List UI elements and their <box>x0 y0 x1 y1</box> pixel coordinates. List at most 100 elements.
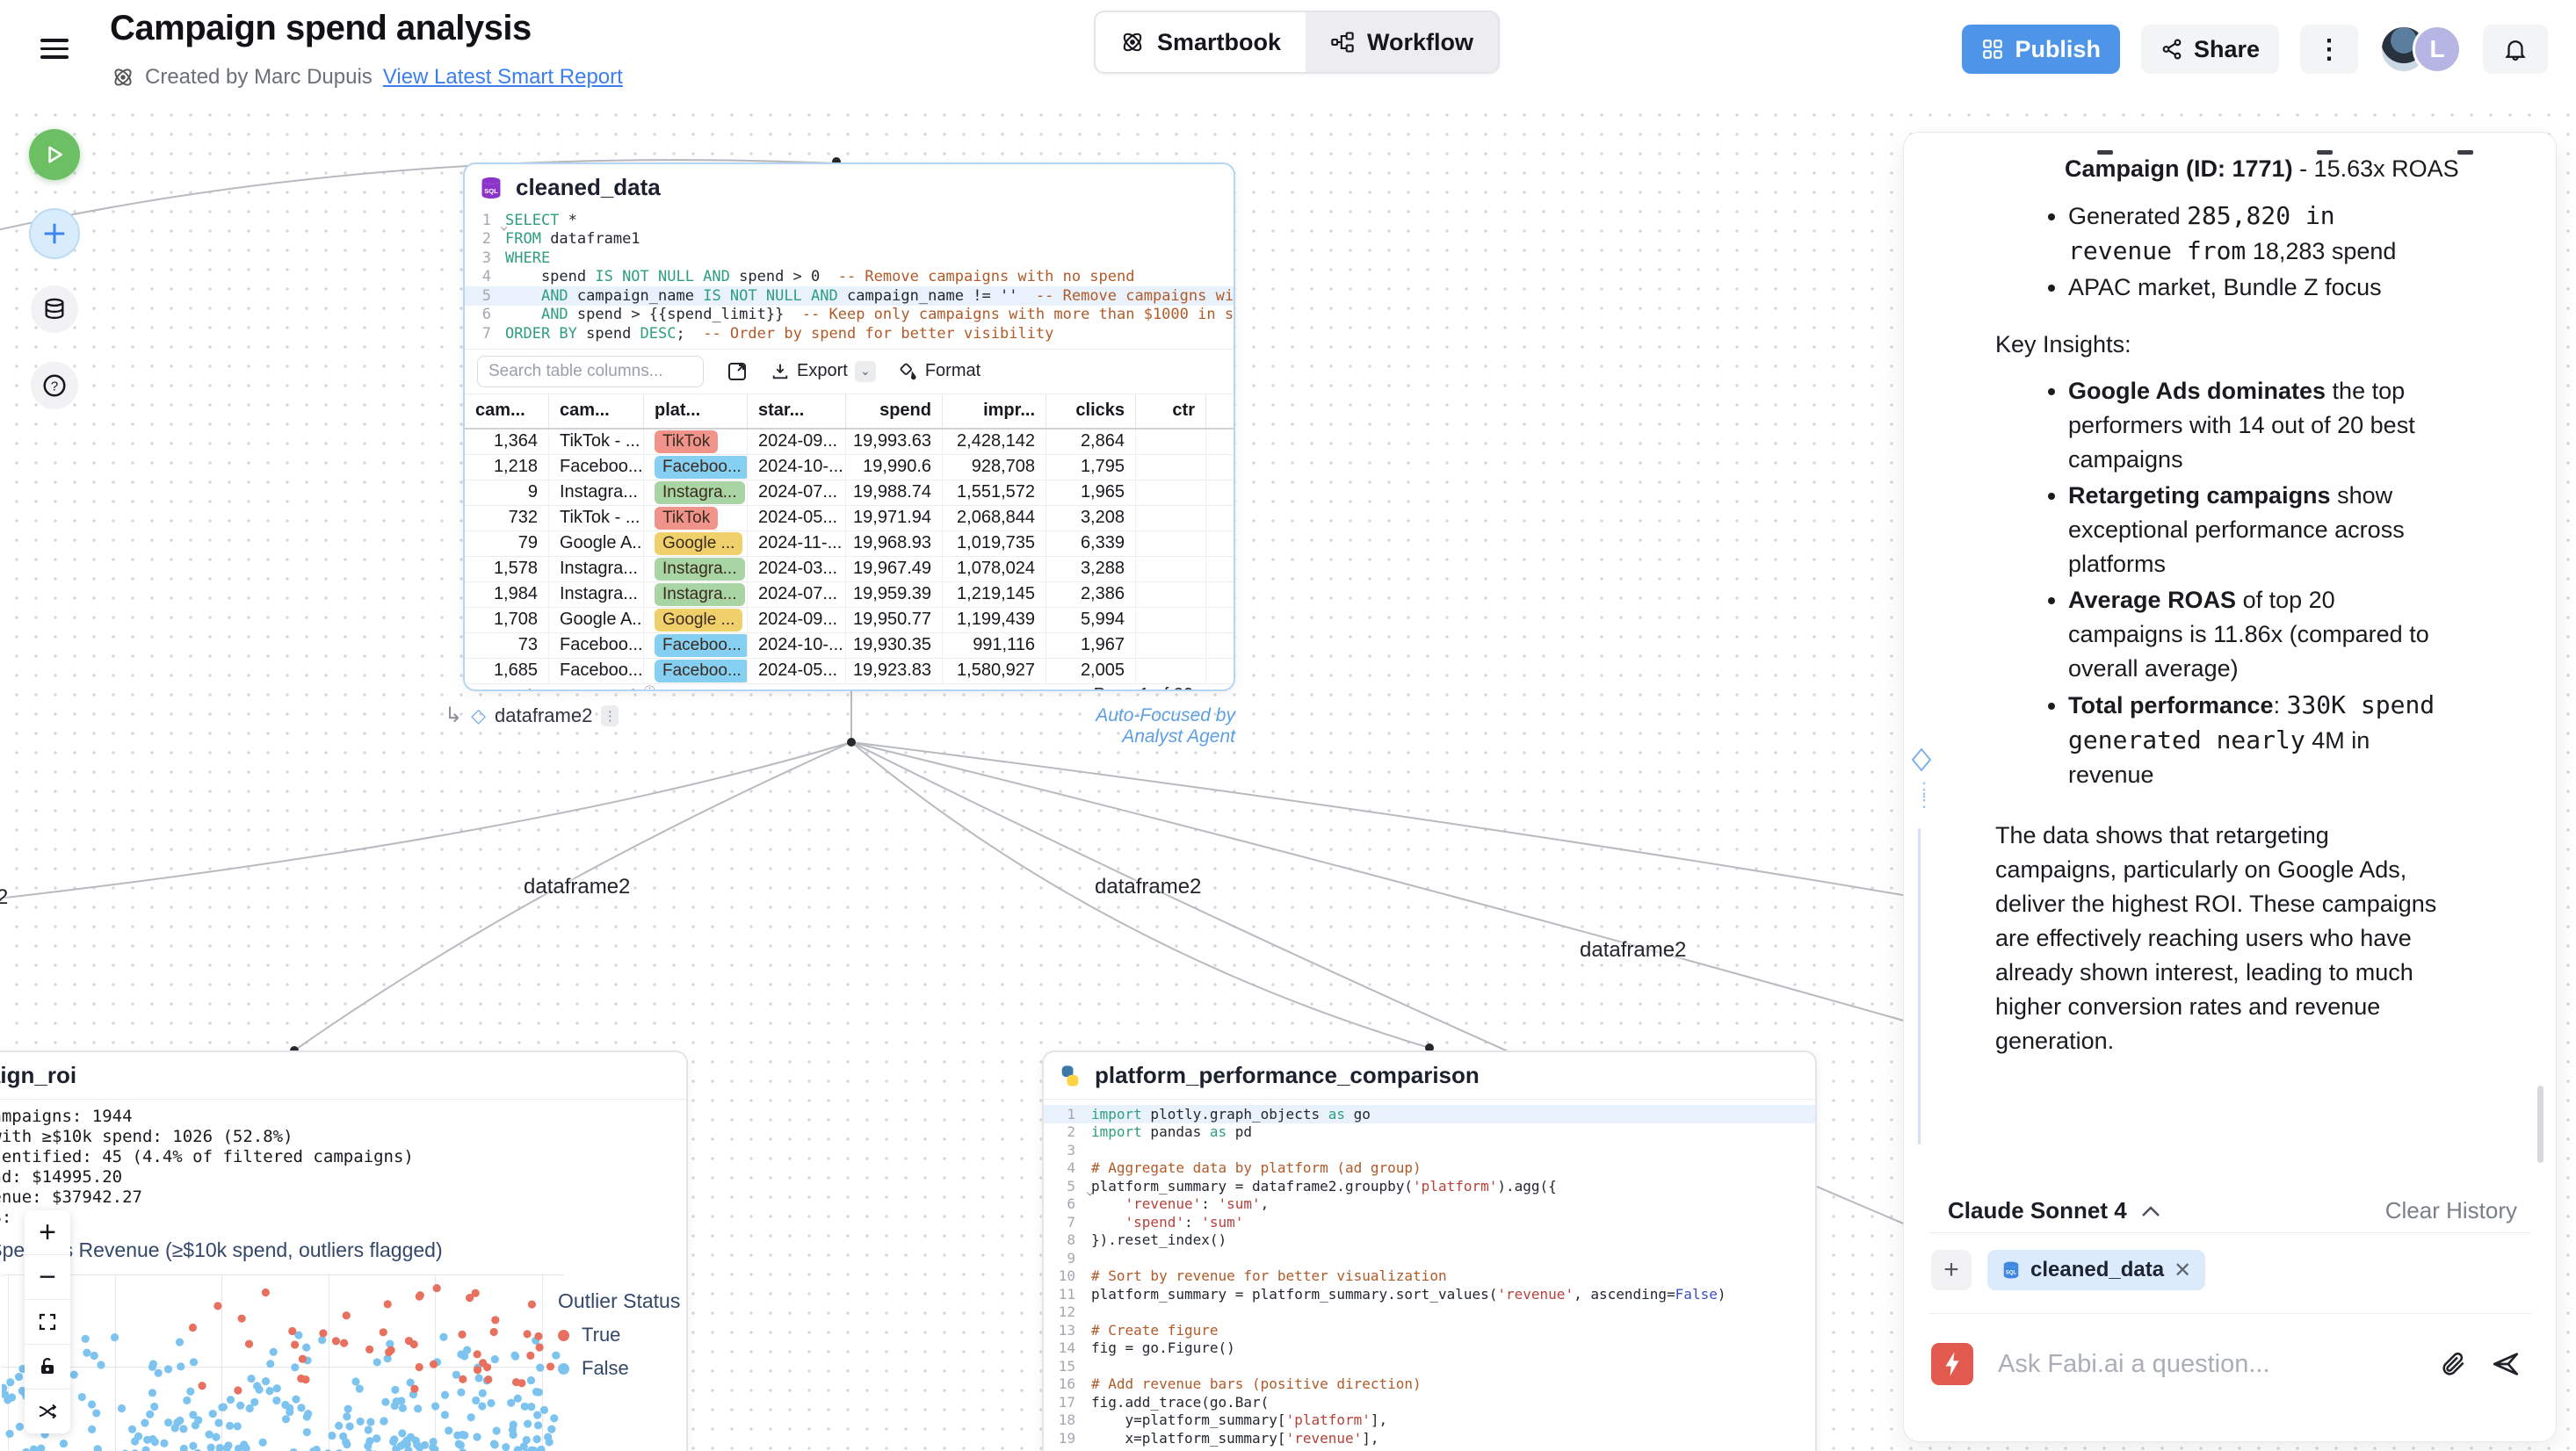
table-row[interactable]: 1,708Google A...Google ...2024-09...19,9… <box>465 608 1234 633</box>
table-row[interactable]: 73Faceboo...Faceboo...2024-10-...19,930.… <box>465 633 1234 659</box>
table-cell: 2024-11-... <box>748 531 846 556</box>
panel-scrollbar[interactable] <box>2537 1086 2543 1163</box>
campaign-heading: Campaign (ID: 1771) - 15.63x ROAS <box>2065 152 2464 186</box>
table-row[interactable]: 1,364TikTok - ...TikTok2024-09...19,993.… <box>465 430 1234 455</box>
notifications-button[interactable] <box>2483 25 2548 74</box>
table-row[interactable]: 1,218Faceboo...Faceboo...2024-10-...19,9… <box>465 455 1234 480</box>
next-page-button[interactable]: › <box>1212 683 1219 692</box>
clear-history-button[interactable]: Clear History <box>2385 1197 2517 1224</box>
code-line: 7ORDER BY spend DESC; -- Order by spend … <box>465 324 1234 343</box>
column-header[interactable]: clicks <box>1046 394 1136 428</box>
chart-legend: Outlier Status True False <box>558 1289 685 1380</box>
table-cell: 1,218 <box>465 455 549 480</box>
format-button[interactable]: Format <box>899 361 980 381</box>
column-header[interactable]: spend <box>846 394 943 428</box>
shuffle-layout-button[interactable] <box>25 1390 70 1433</box>
table-row[interactable]: 1,984Instagra...Instagra...2024-07...19,… <box>465 582 1234 608</box>
result-table[interactable]: cam...cam...plat...star...spendimpr...cl… <box>465 393 1234 684</box>
zoom-in-button[interactable]: + <box>25 1210 70 1255</box>
table-row[interactable]: 1,578Instagra...Instagra...2024-03...19,… <box>465 557 1234 582</box>
table-cell: 2024-10-... <box>748 633 846 658</box>
legend-item-false[interactable]: False <box>558 1357 685 1380</box>
code-line: 5⌄platform_summary = dataframe2.groupby(… <box>1044 1177 1815 1195</box>
model-selector[interactable]: Claude Sonnet 4 <box>1948 1197 2160 1224</box>
analyst-agent-panel: Campaign (ID: 1771) - 15.63x ROAS Genera… <box>1903 132 2557 1442</box>
campaign-detail-list: Generated 285,820 in revenue from 18,283… <box>2047 199 2450 305</box>
platform-badge: Faceboo... <box>655 456 748 479</box>
table-cell: 2024-09... <box>748 430 846 454</box>
column-header[interactable]: plat... <box>644 394 748 428</box>
python-code-editor[interactable]: 1import plotly.graph_objects as go2impor… <box>1044 1105 1815 1447</box>
node-platform-performance-comparison[interactable]: platform_performance_comparison 1import … <box>1042 1050 1817 1451</box>
ask-question-input[interactable] <box>1996 1349 2417 1380</box>
export-options-chevron[interactable]: ⌄ <box>855 361 876 382</box>
info-icon[interactable]: ⓘ <box>644 685 655 691</box>
column-header[interactable]: cam... <box>549 394 644 428</box>
table-cell: Instagra... <box>549 582 644 607</box>
send-icon[interactable] <box>2491 1349 2521 1379</box>
zoom-out-button[interactable]: − <box>25 1255 70 1300</box>
run-workflow-button[interactable] <box>29 129 80 180</box>
table-cell <box>1136 531 1206 556</box>
chip-close-icon[interactable]: ✕ <box>2174 1258 2191 1283</box>
menu-icon[interactable] <box>40 39 69 60</box>
page-title: Campaign spend analysis <box>110 9 532 48</box>
table-cell: 1,984 <box>465 582 549 607</box>
list-item: Generated 285,820 in revenue from 18,283… <box>2068 199 2450 269</box>
table-row[interactable]: 732TikTok - ...TikTok2024-05...19,971.94… <box>465 506 1234 531</box>
node-cleaned-data[interactable]: SQL cleaned_data 1⌄SELECT *2FROM datafra… <box>463 162 1235 691</box>
fit-view-button[interactable] <box>25 1300 70 1345</box>
help-button[interactable]: ? <box>31 362 78 409</box>
list-item: Total performance: 330K spend generated … <box>2068 688 2450 792</box>
collaborator-avatars: L <box>2379 25 2462 74</box>
export-button[interactable]: Export ⌄ <box>771 361 876 382</box>
legend-item-true[interactable]: True <box>558 1324 685 1346</box>
add-to-canvas-icon[interactable] <box>1911 747 1932 772</box>
table-footer: In total 1,944 recordsⓘ ‹ Page 1 of 20 › <box>465 684 1234 692</box>
lock-button[interactable] <box>25 1345 70 1390</box>
scatter-plot[interactable] <box>2 1268 564 1451</box>
data-sources-button[interactable] <box>31 285 78 333</box>
message-drag-handle[interactable]: ⋮⋮ <box>1914 784 1934 805</box>
attachment-icon[interactable] <box>2440 1350 2468 1378</box>
code-line: 8}).reset_index() <box>1044 1231 1815 1250</box>
closing-paragraph: The data shows that retargeting campaign… <box>1995 819 2457 1058</box>
table-cell <box>1136 633 1206 658</box>
avatar[interactable]: L <box>2413 25 2462 74</box>
table-cell: 2024-07... <box>748 480 846 505</box>
top-bar: Campaign spend analysis Created by Marc … <box>0 0 2576 98</box>
column-header[interactable]: star... <box>748 394 846 428</box>
platform-badge: Instagra... <box>655 481 745 504</box>
code-line: 6 'revenue': 'sum', <box>1044 1195 1815 1214</box>
table-row[interactable]: 9Instagra...Instagra...2024-07...19,988.… <box>465 480 1234 506</box>
code-line: 13# Create figure <box>1044 1321 1815 1339</box>
tab-smartbook[interactable]: Smartbook <box>1096 12 1306 72</box>
table-cell: 19,959.39 <box>846 582 943 607</box>
publish-button[interactable]: Publish <box>1962 25 2120 74</box>
svg-text:SQL: SQL <box>484 186 498 194</box>
code-line: 12 <box>1044 1303 1815 1322</box>
table-row[interactable]: 79Google A...Google ...2024-11-...19,968… <box>465 531 1234 557</box>
more-menu-button[interactable]: ⋮ <box>2300 25 2358 74</box>
column-header[interactable]: cam... <box>465 394 549 428</box>
prev-page-button[interactable]: ‹ <box>1067 683 1075 692</box>
table-row[interactable]: 1,685Faceboo...Faceboo...2024-05...19,92… <box>465 659 1234 684</box>
output-dataframe-label[interactable]: dataframe2 <box>495 704 592 727</box>
code-line: 1⌄SELECT * <box>465 211 1234 230</box>
smart-report-link[interactable]: View Latest Smart Report <box>383 65 623 90</box>
output-handle[interactable]: ⋮ <box>601 705 619 726</box>
node-campaign-roi[interactable]: campaign_roi Original campaigns: 1944Cam… <box>0 1050 688 1451</box>
share-button[interactable]: Share <box>2141 25 2279 74</box>
expand-table-icon[interactable] <box>727 361 748 382</box>
code-line: 3WHERE <box>465 249 1234 268</box>
column-header[interactable]: impr... <box>943 394 1046 428</box>
search-input[interactable] <box>477 356 704 387</box>
context-chip-cleaned-data[interactable]: SQL cleaned_data ✕ <box>1987 1250 2205 1290</box>
add-context-button[interactable]: + <box>1931 1250 1972 1290</box>
add-cell-button[interactable] <box>29 208 80 259</box>
sql-code-editor[interactable]: 1⌄SELECT *2FROM dataframe13WHERE4 spend … <box>465 211 1234 343</box>
column-header[interactable]: ctr <box>1136 394 1206 428</box>
tab-workflow[interactable]: Workflow <box>1306 12 1498 72</box>
code-line: 4# Aggregate data by platform (ad group) <box>1044 1159 1815 1178</box>
table-cell <box>1136 506 1206 531</box>
